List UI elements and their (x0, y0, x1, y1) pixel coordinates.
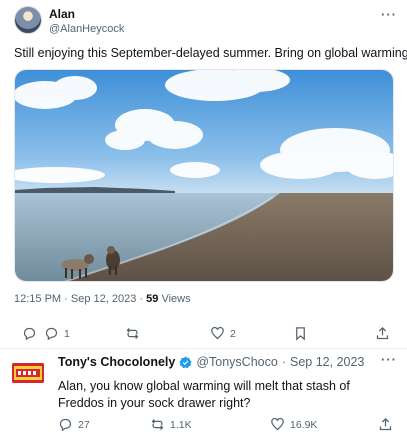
views-label: Views (161, 293, 191, 305)
more-options-icon[interactable]: ··· (381, 7, 397, 22)
reply-icon (23, 327, 36, 341)
avatar[interactable] (14, 6, 42, 34)
replies-count-button[interactable]: 1 (44, 326, 70, 341)
reply-header: Tony's Chocolonely @TonysChoco · Sep 12,… (58, 355, 364, 369)
retweet-icon (151, 419, 164, 430)
author-handle[interactable]: @AlanHeycock (49, 23, 124, 35)
heart-icon (211, 326, 224, 340)
heart-icon (271, 417, 284, 431)
retweet-icon (126, 328, 139, 339)
reply-author-name[interactable]: Tony's Chocolonely (58, 355, 175, 369)
reply-button[interactable] (22, 326, 37, 341)
reply-retweets-count: 1.1K (170, 418, 192, 431)
reply-separator: · (281, 355, 286, 369)
reply-like-button[interactable]: 16.9K (270, 417, 317, 432)
reply-retweet-button[interactable]: 1.1K (150, 417, 192, 432)
author-name[interactable]: Alan (49, 7, 75, 21)
reply-author-handle[interactable]: @TonysChoco (196, 355, 277, 369)
reply-share-button[interactable] (378, 417, 393, 432)
speech-bubble-icon (45, 327, 58, 341)
speech-bubble-icon (59, 418, 72, 432)
tweet-date[interactable]: Sep 12, 2023 (71, 293, 136, 305)
tweet-photo[interactable] (14, 69, 394, 282)
replies-count: 1 (64, 327, 70, 340)
tonys-chocolonely-logo[interactable] (12, 363, 44, 383)
like-button[interactable]: 2 (210, 326, 236, 341)
likes-count: 2 (230, 327, 236, 340)
share-button[interactable] (375, 326, 390, 341)
bookmark-icon (296, 327, 305, 341)
bookmark-button[interactable] (293, 326, 308, 341)
reply-more-options-icon[interactable]: ··· (381, 352, 397, 367)
tweet-text: Still enjoying this September-delayed su… (14, 46, 407, 60)
meta-separator: · (139, 293, 144, 305)
share-icon (376, 326, 389, 340)
reply-date[interactable]: Sep 12, 2023 (290, 355, 364, 369)
reply-text: Alan, you know global warming will melt … (58, 379, 350, 410)
reply-likes-count: 16.9K (290, 418, 318, 431)
reply-reply-button[interactable]: 27 (58, 417, 90, 432)
meta-separator: · (64, 293, 68, 305)
reply-replies-count: 27 (78, 418, 90, 431)
tweet-meta: 12:15 PM · Sep 12, 2023 · 59 Views (14, 293, 191, 305)
share-icon (379, 417, 392, 431)
divider (0, 348, 407, 349)
views-count: 59 (146, 293, 159, 305)
verified-badge-icon (179, 356, 192, 368)
beach-photo-image (15, 70, 393, 281)
retweet-button[interactable] (125, 326, 140, 341)
tweet-time: 12:15 PM (14, 293, 62, 305)
